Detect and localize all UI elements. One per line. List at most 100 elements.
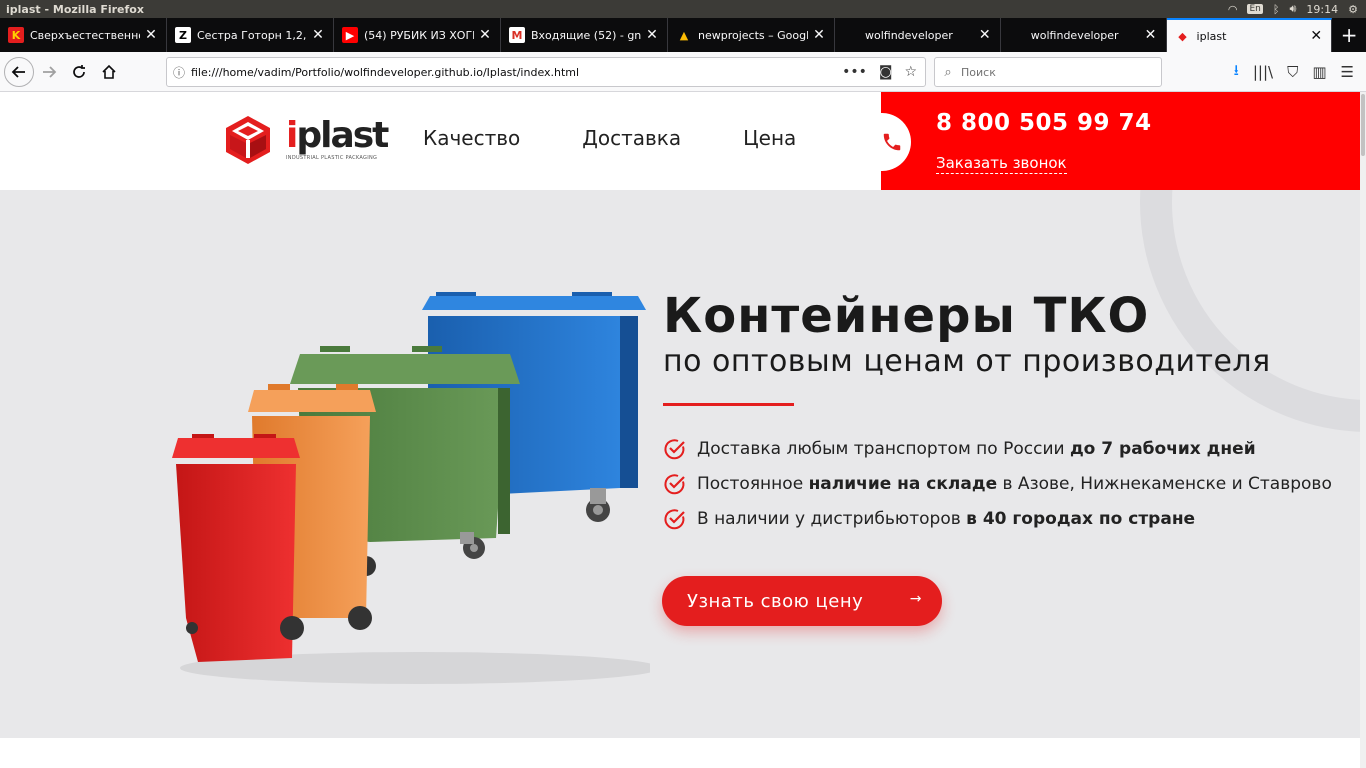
tab-close-icon[interactable]: ✕: [812, 27, 826, 43]
tab[interactable]: wolfindeveloper ✕: [1001, 18, 1167, 52]
feature-list: Доставка любым транспортом по России до …: [663, 431, 1332, 536]
address-bar[interactable]: ⓘ file:///home/vadim/Portfolio/wolfindev…: [166, 57, 926, 87]
search-placeholder: Поиск: [961, 65, 996, 79]
tab-favicon-icon: [843, 27, 859, 43]
reload-icon: [73, 64, 85, 78]
arrow-left-icon: [11, 65, 25, 78]
tab-close-icon[interactable]: ✕: [978, 27, 992, 43]
tab[interactable]: ▶ (54) РУБИК ИЗ ХОГЕ ✕: [334, 18, 501, 52]
menu-item-price[interactable]: Цена: [743, 126, 796, 150]
tab-label: Сверхъестественное: [30, 28, 140, 42]
iplast-logo[interactable]: iplast INDUSTRIAL PLASTIC PACKAGING: [222, 114, 389, 166]
menu-hamburger-icon[interactable]: ☰: [1341, 63, 1354, 81]
logo-wordmark: plast: [296, 115, 389, 156]
tab[interactable]: ▲ newprojects – Google ✕: [668, 18, 835, 52]
pocket-icon[interactable]: ◙: [879, 64, 893, 80]
arrow-right-icon: →: [909, 591, 922, 607]
logo-letter-i: i: [286, 115, 298, 156]
tab-favicon-icon: Z: [175, 27, 191, 43]
tab-label: newprojects – Google: [698, 28, 808, 42]
tab-close-icon[interactable]: ✕: [144, 27, 158, 43]
home-button[interactable]: [94, 57, 124, 87]
feature-text: В наличии у дистрибьюторов в 40 городах …: [697, 508, 1196, 529]
logo-tagline: INDUSTRIAL PLASTIC PACKAGING: [286, 155, 378, 161]
next-section: [0, 738, 1360, 768]
tab-close-icon[interactable]: ✕: [311, 27, 325, 43]
hero-title: Контейнеры ТКО: [663, 288, 1150, 344]
url-text[interactable]: file:///home/vadim/Portfolio/wolfindevel…: [191, 66, 842, 79]
tab[interactable]: Z Сестра Готорн 1,2,3 с ✕: [167, 18, 334, 52]
menu-item-delivery[interactable]: Доставка: [582, 126, 681, 150]
tab-close-icon[interactable]: ✕: [1144, 27, 1158, 43]
tab[interactable]: ◆ iplast ✕: [1166, 18, 1333, 52]
tab-favicon-icon: K: [8, 27, 24, 43]
wifi-icon[interactable]: ◠: [1228, 3, 1238, 16]
hero-subtitle: по оптовым ценам от производителя: [663, 344, 1271, 379]
tab-label: Входящие (52) - gnm: [531, 28, 641, 42]
new-tab-button[interactable]: +: [1332, 18, 1366, 52]
tab-close-icon[interactable]: ✕: [645, 27, 659, 43]
bookmark-star-icon[interactable]: ☆: [904, 64, 917, 80]
tab-close-icon[interactable]: ✕: [478, 27, 492, 43]
window-title: iplast - Mozilla Firefox: [6, 2, 144, 16]
phone-block: 8 800 505 99 74 Заказать звонок: [881, 92, 1360, 190]
tab-favicon-icon: ▲: [679, 28, 689, 42]
menu-item-quality[interactable]: Качество: [423, 126, 520, 150]
feature-item: В наличии у дистрибьюторов в 40 городах …: [663, 501, 1332, 536]
tab-favicon-icon: [1009, 27, 1025, 43]
feature-text: Постоянное наличие на складе в Азове, Ни…: [697, 473, 1332, 494]
tab-favicon-icon: ▶: [342, 27, 358, 43]
downloads-icon[interactable]: ⭳: [1234, 60, 1239, 85]
red-container: [172, 434, 304, 662]
os-top-bar: iplast - Mozilla Firefox ◠ En ᛒ 🔊︎ 19:14…: [0, 0, 1366, 18]
feature-item: Постоянное наличие на складе в Азове, Ни…: [663, 466, 1332, 501]
search-icon: ⌕: [944, 64, 952, 80]
tab[interactable]: M Входящие (52) - gnm ✕: [501, 18, 668, 52]
phone-number[interactable]: 8 800 505 99 74: [936, 110, 1152, 136]
system-tray: ◠ En ᛒ 🔊︎ 19:14 ⚙: [1228, 0, 1358, 18]
tab-label: wolfindeveloper: [1030, 28, 1119, 42]
search-input[interactable]: ⌕ Поиск: [934, 57, 1162, 87]
web-page: iplast INDUSTRIAL PLASTIC PACKAGING Каче…: [0, 92, 1366, 768]
check-circle-icon: [664, 438, 685, 459]
callback-link[interactable]: Заказать звонок: [936, 154, 1067, 174]
page-info-icon[interactable]: ⓘ: [167, 64, 191, 81]
site-header: iplast INDUSTRIAL PLASTIC PACKAGING Каче…: [0, 92, 1360, 190]
scrollbar-thumb[interactable]: [1361, 94, 1365, 156]
waste-containers-image: [172, 292, 650, 684]
page-scrollbar[interactable]: [1360, 92, 1366, 768]
tab-strip: K Сверхъестественное ✕ Z Сестра Готорн 1,2,3…: [0, 18, 1366, 52]
tab[interactable]: wolfindeveloper ✕: [835, 18, 1001, 52]
reload-button[interactable]: [64, 57, 94, 87]
tab[interactable]: K Сверхъестественное ✕: [0, 18, 167, 52]
tab-favicon-icon: ◆: [1178, 29, 1187, 43]
home-icon: [102, 64, 116, 79]
keyboard-layout-indicator[interactable]: En: [1247, 4, 1263, 14]
clock[interactable]: 19:14: [1306, 3, 1338, 16]
phone-icon: [883, 133, 901, 151]
bluetooth-icon[interactable]: ᛒ: [1273, 3, 1280, 16]
back-button[interactable]: [4, 56, 34, 87]
page-actions-icon[interactable]: •••: [842, 64, 867, 80]
get-price-label: Узнать свою цену: [687, 590, 864, 612]
main-menu: Качество Доставка Цена: [423, 126, 796, 150]
iplast-cube-logo-icon: [226, 116, 270, 164]
check-circle-icon: [664, 508, 685, 529]
feature-item: Доставка любым транспортом по России до …: [663, 431, 1332, 466]
tab-label: (54) РУБИК ИЗ ХОГЕ: [364, 28, 474, 42]
phone-icon-circle[interactable]: [881, 113, 911, 171]
tab-close-icon[interactable]: ✕: [1309, 28, 1323, 44]
shield-icon[interactable]: ⛉: [1287, 63, 1298, 81]
get-price-button[interactable]: Узнать свою цену →: [662, 576, 942, 626]
settings-gear-icon[interactable]: ⚙: [1348, 3, 1358, 16]
tab-favicon-icon: M: [509, 27, 525, 43]
sidebar-icon[interactable]: ▥: [1312, 63, 1326, 81]
volume-icon[interactable]: 🔊︎: [1289, 2, 1296, 16]
tab-label: iplast: [1196, 29, 1227, 43]
feature-text: Доставка любым транспортом по России до …: [697, 438, 1256, 459]
toolbar-icons: ⭳ |||\ ⛉ ▥ ☰: [1234, 57, 1366, 87]
tab-label: Сестра Готорн 1,2,3 с: [197, 28, 307, 42]
library-icon[interactable]: |||\: [1253, 63, 1273, 81]
forward-button[interactable]: [34, 57, 64, 87]
hero-divider: [663, 403, 794, 406]
